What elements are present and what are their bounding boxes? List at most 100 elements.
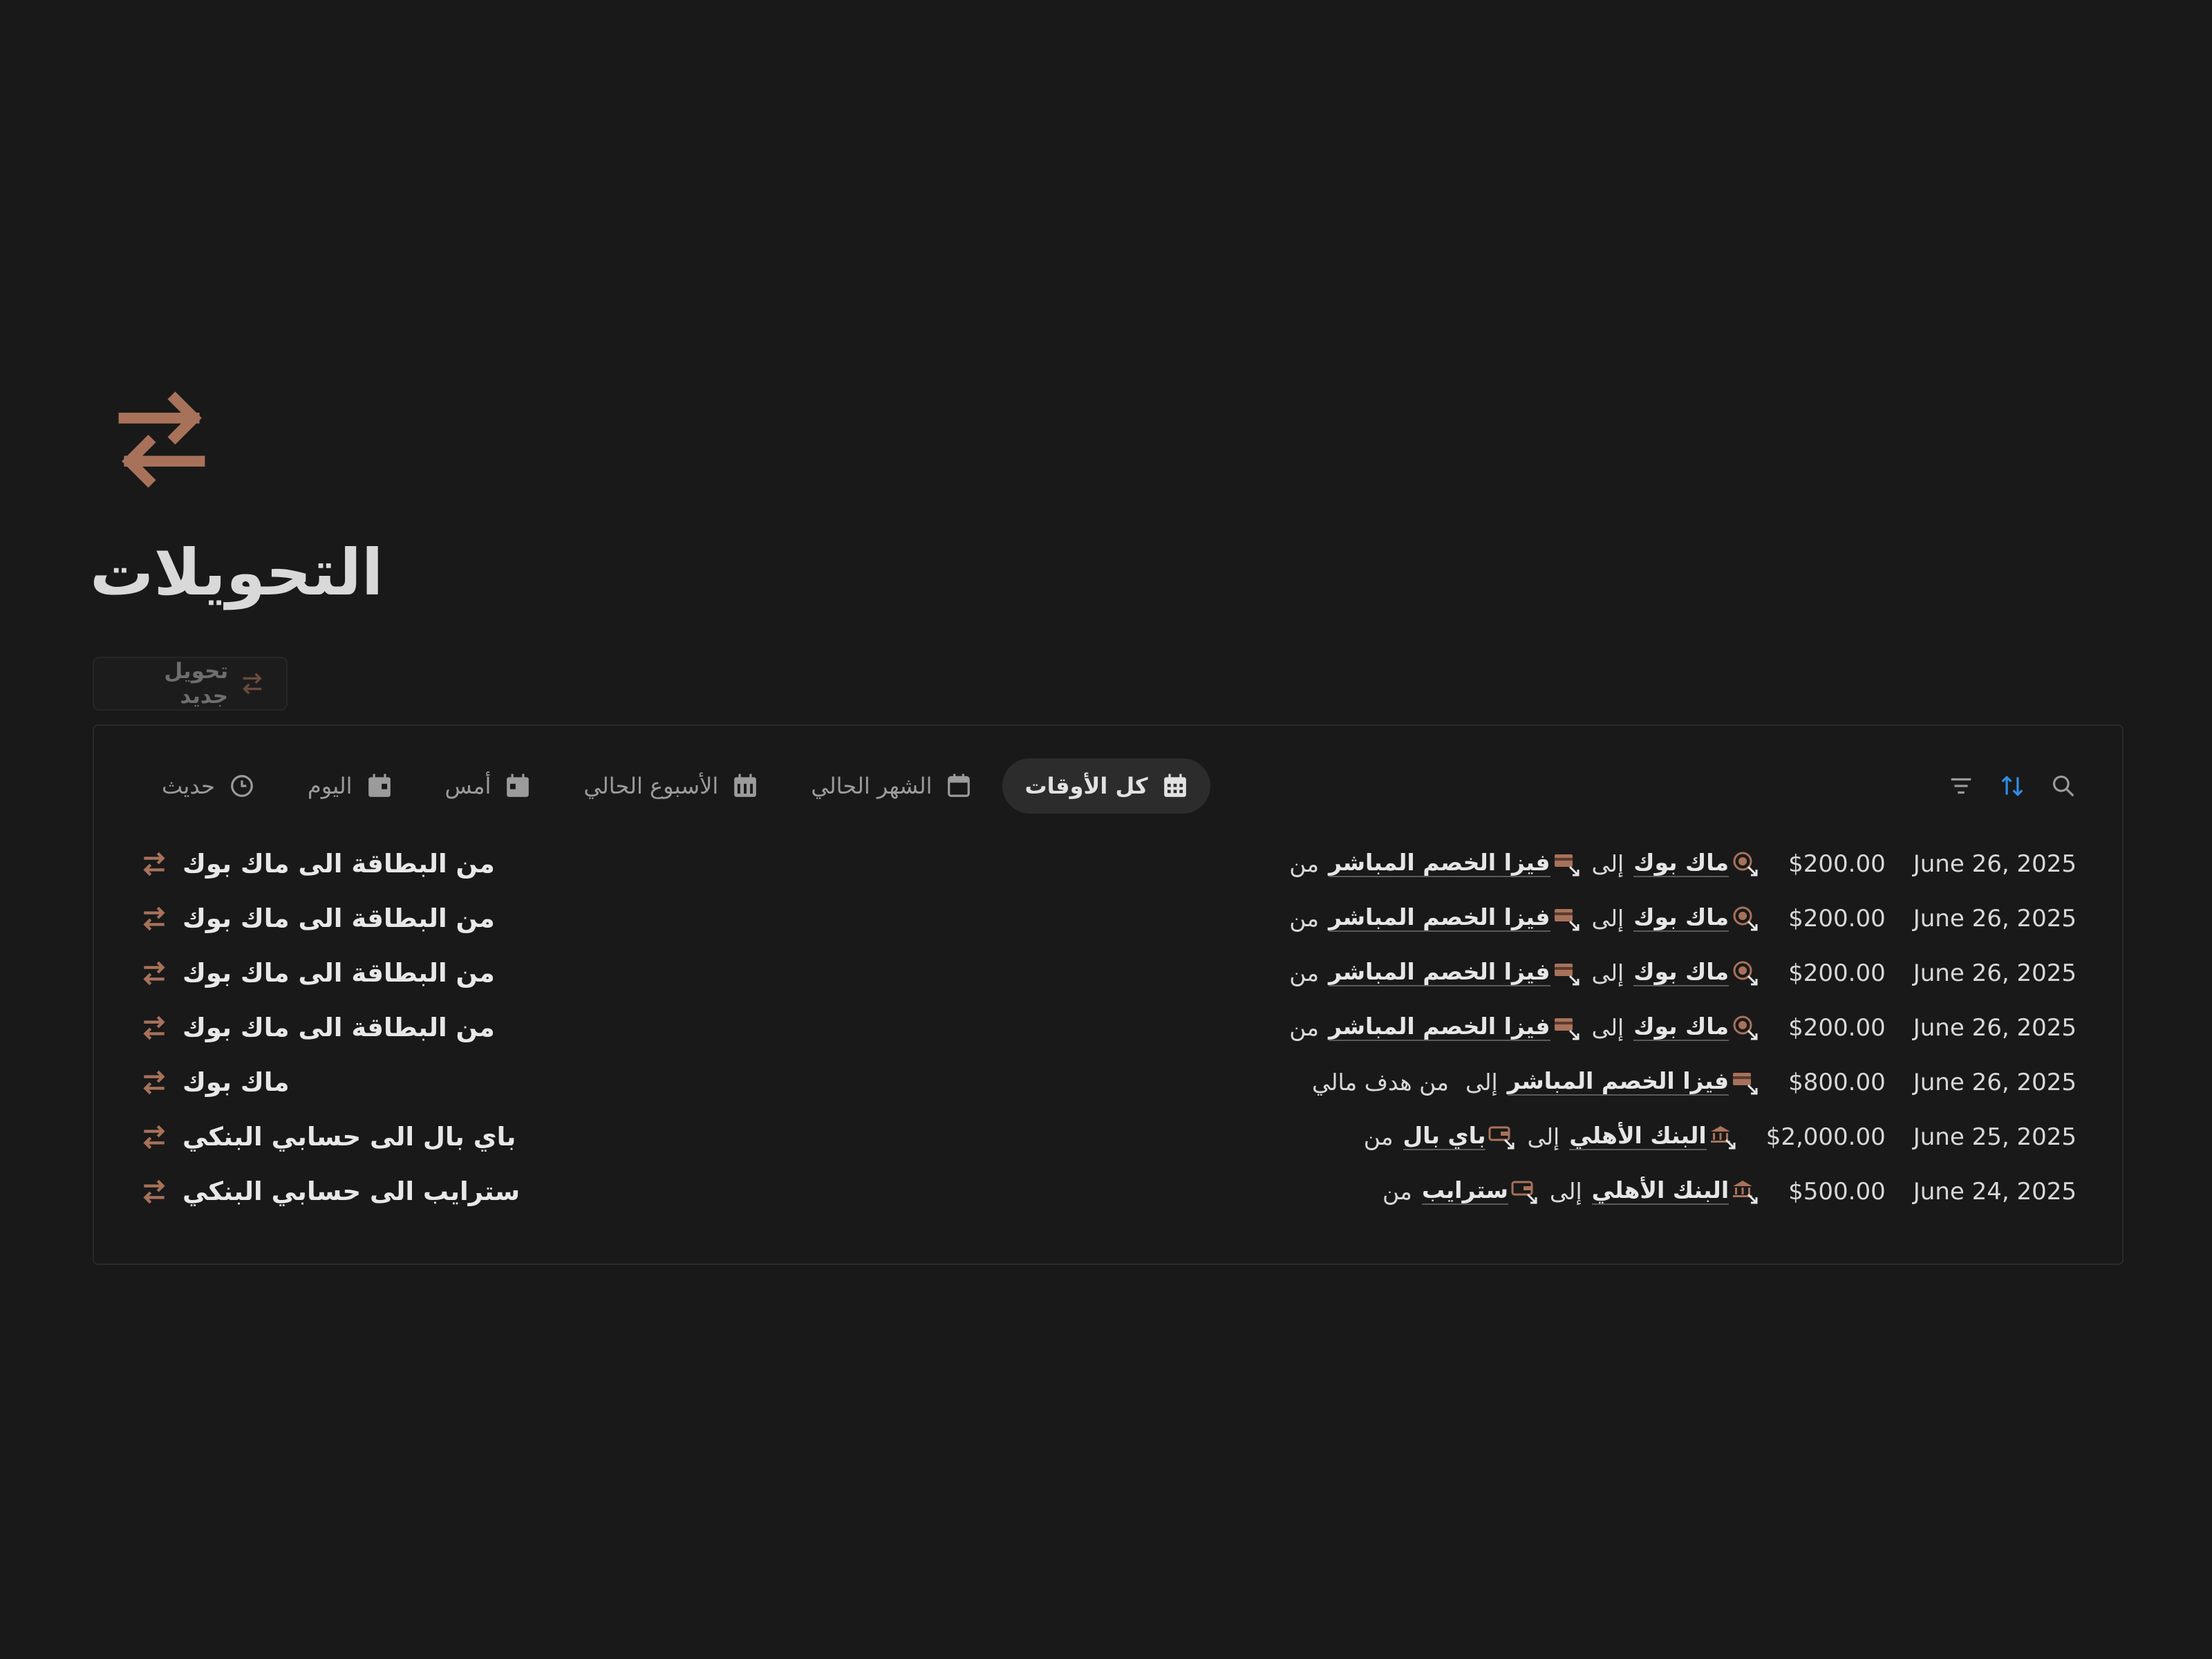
tab-current-month[interactable]: الشهر الحالي xyxy=(789,758,994,814)
to-account-link[interactable]: ماك بوك xyxy=(1633,905,1761,932)
from-account-link[interactable]: سترايب xyxy=(1421,1178,1540,1206)
date-cell: June 26, 2025 xyxy=(1913,850,2077,878)
tab-current-week[interactable]: الأسبوع الحالي xyxy=(561,758,780,814)
from-account-name: فيزا الخصم المباشر xyxy=(1329,903,1550,932)
table-row[interactable]: من البطاقة الى ماك بوك June 26, 2025 $20… xyxy=(140,836,2077,891)
description-cell: من فيزا الخصم المباشر إلى ماك بوك xyxy=(1282,959,1761,987)
tab-label: أمس xyxy=(444,773,491,799)
tab-label: كل الأوقات xyxy=(1024,773,1148,799)
to-word: إلى xyxy=(1591,959,1624,986)
filter-button[interactable] xyxy=(1948,773,1974,799)
calendar-day-icon xyxy=(507,774,529,797)
database-tools xyxy=(1948,756,2077,816)
description-cell: من هدف مالي إلى فيزا الخصم المباشر xyxy=(1305,1069,1761,1096)
card-icon xyxy=(1554,963,1579,985)
wallet-icon xyxy=(1511,1181,1537,1203)
from-account-link[interactable]: باي بال xyxy=(1403,1123,1518,1151)
target-icon xyxy=(1733,961,1758,985)
sort-icon xyxy=(2001,776,2023,796)
tab-label: الأسبوع الحالي xyxy=(583,773,719,799)
target-icon xyxy=(1733,906,1758,930)
to-account-link[interactable]: ماك بوك xyxy=(1633,850,1761,878)
tab-recent[interactable]: حديث xyxy=(140,758,277,814)
from-account-link[interactable]: فيزا الخصم المباشر xyxy=(1329,905,1582,932)
table-row[interactable]: من البطاقة الى ماك بوك June 26, 2025 $20… xyxy=(140,1000,2077,1055)
target-icon xyxy=(1733,852,1758,876)
tab-label: الشهر الحالي xyxy=(811,773,932,799)
from-account-name: فيزا الخصم المباشر xyxy=(1329,849,1550,877)
from-account-name: فيزا الخصم المباشر xyxy=(1329,958,1550,986)
from-word: من xyxy=(1289,905,1320,932)
card-icon xyxy=(1554,854,1579,876)
date-cell: June 26, 2025 xyxy=(1913,904,2077,932)
tab-today[interactable]: اليوم xyxy=(285,758,415,814)
table-row[interactable]: من البطاقة الى ماك بوك June 26, 2025 $20… xyxy=(140,946,2077,1000)
row-title-text: باي بال الى حسابي البنكي xyxy=(182,1122,516,1152)
to-word: إلى xyxy=(1591,850,1624,877)
search-button[interactable] xyxy=(2050,773,2077,799)
arrows-exchange-icon xyxy=(143,1015,165,1040)
new-transfer-button[interactable]: تحويل جديد xyxy=(93,657,288,711)
tab-all-times[interactable]: كل الأوقات xyxy=(1002,758,1210,814)
from-word: من هدف مالي xyxy=(1311,1069,1449,1096)
description-cell: من فيزا الخصم المباشر إلى ماك بوك xyxy=(1282,905,1761,932)
from-account-link[interactable]: فيزا الخصم المباشر xyxy=(1329,1014,1582,1042)
table-row[interactable]: ماك بوك June 26, 2025 $800.00 من هدف مال… xyxy=(140,1055,2077,1109)
date-cell: June 26, 2025 xyxy=(1913,1068,2077,1096)
row-title[interactable]: ماك بوك xyxy=(140,1055,290,1109)
tab-yesterday[interactable]: أمس xyxy=(423,758,554,814)
from-word: من xyxy=(1289,959,1320,986)
row-properties: June 24, 2025 $500.00 من سترايب إلى البن… xyxy=(1376,1164,2077,1219)
to-account-name: ماك بوك xyxy=(1633,1013,1730,1041)
from-word: من xyxy=(1363,1123,1394,1150)
to-word: إلى xyxy=(1465,1069,1498,1096)
card-icon xyxy=(1554,908,1579,930)
to-account-link[interactable]: ماك بوك xyxy=(1633,1014,1761,1042)
from-word: من xyxy=(1289,850,1320,877)
row-properties: June 26, 2025 $200.00 من فيزا الخصم المب… xyxy=(1282,891,2077,946)
description-cell: من فيزا الخصم المباشر إلى ماك بوك xyxy=(1282,1014,1761,1042)
amount-cell: $200.00 xyxy=(1788,959,1886,987)
sort-button[interactable] xyxy=(1999,773,2025,799)
row-title-text: من البطاقة الى ماك بوك xyxy=(182,849,495,879)
row-title-text: من البطاقة الى ماك بوك xyxy=(182,1013,495,1042)
calendar-grid-icon xyxy=(1163,774,1186,797)
row-properties: June 26, 2025 $200.00 من فيزا الخصم المب… xyxy=(1282,1000,2077,1055)
bank-icon xyxy=(1733,1180,1758,1203)
transfers-database: كل الأوقات الشهر الحالي الأسبوع الحالي أ… xyxy=(93,724,2124,1265)
to-account-link[interactable]: ماك بوك xyxy=(1633,959,1761,987)
from-account-link[interactable]: فيزا الخصم المباشر xyxy=(1329,850,1582,878)
wallet-icon xyxy=(1488,1126,1515,1149)
row-title[interactable]: من البطاقة الى ماك بوك xyxy=(140,836,495,891)
to-account-name: ماك بوك xyxy=(1633,958,1730,986)
row-properties: June 25, 2025 $2,000.00 من باي بال إلى ا… xyxy=(1357,1109,2077,1164)
date-cell: June 26, 2025 xyxy=(1913,1013,2077,1042)
arrows-exchange-icon xyxy=(143,1179,165,1203)
calendar-today-icon xyxy=(368,774,391,797)
to-account-link[interactable]: فيزا الخصم المباشر xyxy=(1507,1069,1761,1096)
tab-label: حديث xyxy=(162,773,215,799)
table-row[interactable]: سترايب الى حسابي البنكي June 24, 2025 $5… xyxy=(140,1164,2077,1219)
row-title[interactable]: من البطاقة الى ماك بوك xyxy=(140,1000,495,1055)
row-title[interactable]: باي بال الى حسابي البنكي xyxy=(140,1109,516,1164)
arrows-exchange-icon xyxy=(118,391,205,488)
to-account-link[interactable]: البنك الأهلي xyxy=(1569,1123,1738,1151)
row-title[interactable]: سترايب الى حسابي البنكي xyxy=(140,1164,520,1219)
from-word: من xyxy=(1382,1178,1412,1205)
table-row[interactable]: باي بال الى حسابي البنكي June 25, 2025 $… xyxy=(140,1109,2077,1164)
page-title: التحويلات xyxy=(90,536,384,610)
row-title[interactable]: من البطاقة الى ماك بوك xyxy=(140,891,495,946)
row-title[interactable]: من البطاقة الى ماك بوك xyxy=(140,946,495,1000)
to-account-link[interactable]: البنك الأهلي xyxy=(1591,1178,1761,1206)
filter-icon xyxy=(1951,778,1971,794)
date-cell: June 25, 2025 xyxy=(1913,1123,2077,1151)
transfers-list: من البطاقة الى ماك بوك June 26, 2025 $20… xyxy=(140,836,2077,1219)
from-account-link[interactable]: فيزا الخصم المباشر xyxy=(1329,959,1582,987)
from-account-name: باي بال xyxy=(1403,1122,1486,1150)
to-word: إلى xyxy=(1527,1123,1560,1150)
amount-cell: $200.00 xyxy=(1788,1013,1886,1042)
page: التحويلات تحويل جديد كل الأوقات الشهر ال… xyxy=(0,0,2212,1659)
table-row[interactable]: من البطاقة الى ماك بوك June 26, 2025 $20… xyxy=(140,891,2077,946)
target-icon xyxy=(1733,1015,1758,1040)
search-icon xyxy=(2052,775,2074,797)
